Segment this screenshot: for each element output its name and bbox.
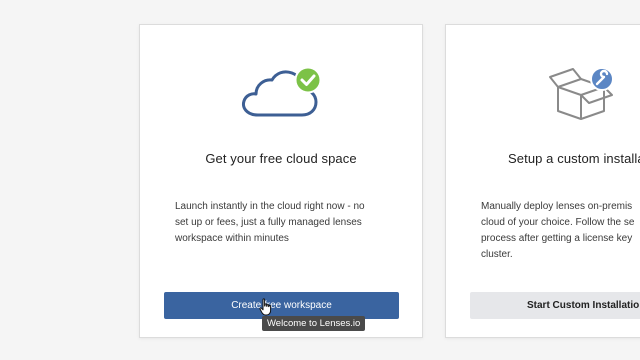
card-description-line: Manually deploy lenses on-premis (481, 201, 633, 212)
card-title: Setup a custom installa (508, 151, 640, 166)
tooltip: Welcome to Lenses.io (262, 316, 366, 331)
card-description-line: set up or fees, just a fully managed len… (175, 217, 362, 228)
card-description-line: cloud of your choice. Follow the se (481, 217, 635, 228)
card-description: Manually deploy lenses on-premis cloud o… (481, 199, 640, 263)
cloud-check-icon (236, 65, 326, 128)
start-custom-installation-button[interactable]: Start Custom Installatio (470, 292, 640, 319)
card-description-line: Launch instantly in the cloud right now … (175, 201, 365, 212)
custom-install-card: Setup a custom installa Manually deploy … (445, 24, 640, 338)
create-free-workspace-button[interactable]: Create free workspace (164, 292, 399, 319)
free-cloud-card: Get your free cloud space Launch instant… (139, 24, 423, 338)
card-description-line: cluster. (481, 249, 513, 260)
card-description-line: workspace within minutes (175, 233, 289, 244)
card-description: Launch instantly in the cloud right now … (175, 199, 385, 247)
card-description-line: process after getting a license key (481, 233, 633, 244)
card-title: Get your free cloud space (205, 151, 357, 166)
box-wrench-icon (546, 65, 616, 130)
onboarding-page: Get your free cloud space Launch instant… (0, 0, 640, 360)
